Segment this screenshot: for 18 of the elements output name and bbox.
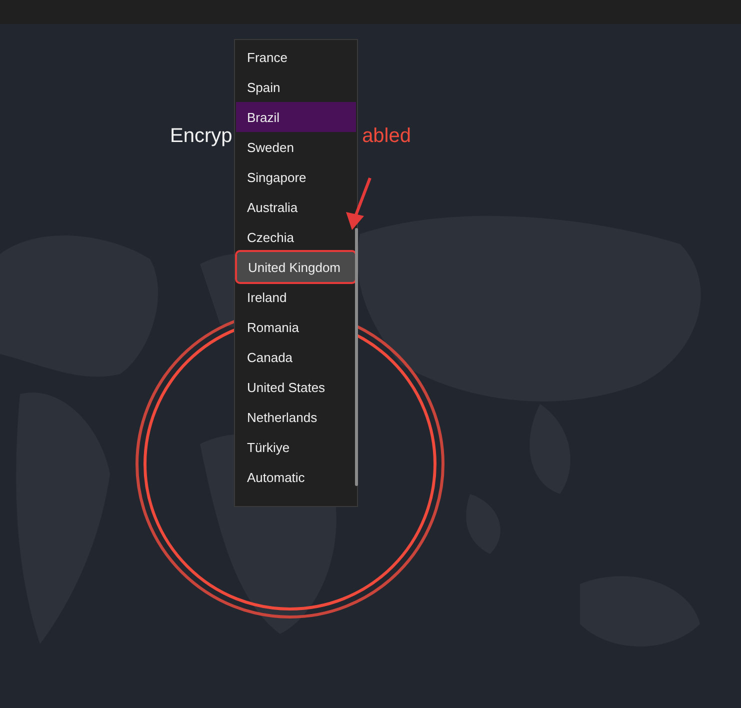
status-heading: Encryp <box>170 124 232 149</box>
country-option[interactable]: Ireland <box>236 282 356 312</box>
country-option[interactable]: Spain <box>236 72 356 102</box>
country-option[interactable]: United States <box>236 372 356 402</box>
country-option[interactable]: France <box>236 42 356 72</box>
country-option[interactable]: Czechia <box>236 222 356 252</box>
country-option[interactable]: Romania <box>236 312 356 342</box>
country-option[interactable]: Sweden <box>236 132 356 162</box>
country-option[interactable]: Brazil <box>236 102 356 132</box>
country-option[interactable]: Automatic <box>236 462 356 492</box>
country-option[interactable]: Australia <box>236 192 356 222</box>
country-option[interactable]: Singapore <box>236 162 356 192</box>
country-option[interactable]: Canada <box>236 342 356 372</box>
country-option[interactable]: Netherlands <box>236 402 356 432</box>
country-option[interactable]: Türkiye <box>236 432 356 462</box>
country-option[interactable]: United Kingdom <box>237 252 355 282</box>
scrollbar-thumb[interactable] <box>355 228 358 486</box>
status-heading: abled <box>362 124 411 149</box>
